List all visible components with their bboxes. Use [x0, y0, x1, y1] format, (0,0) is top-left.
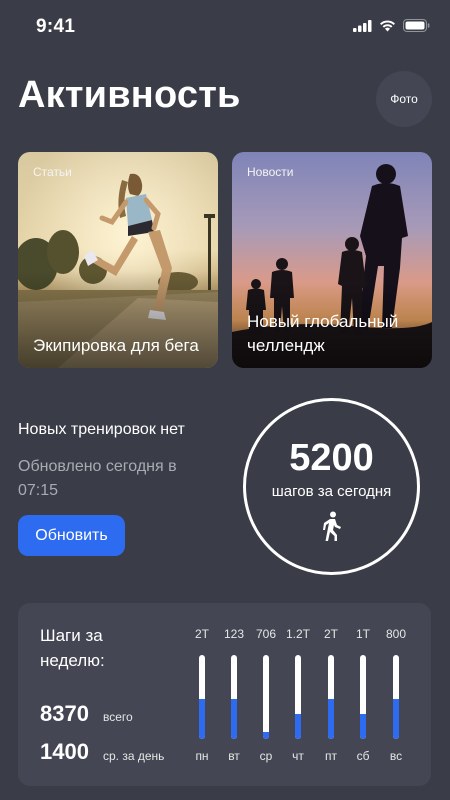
daily-average-label: ср. за день: [103, 749, 165, 763]
status-bar: 9:41: [0, 0, 450, 54]
status-icons: [353, 19, 430, 32]
status-time: 9:41: [36, 16, 76, 37]
steps-today-circle: 5200 шагов за сегодня: [243, 398, 420, 575]
article-card[interactable]: Статьи Экипировка для бега: [18, 152, 218, 368]
news-card[interactable]: Новости Новый глобальный челлендж: [232, 152, 432, 368]
weekly-steps-panel: Шаги за неделю: 8370 всего 1400 ср. за д…: [18, 603, 431, 786]
day-steps-fill: [393, 698, 399, 739]
weekly-total-value: 8370: [40, 701, 89, 726]
day-column: 706 ср: [250, 603, 282, 786]
day-steps-bar: [360, 655, 366, 739]
day-column: 123 вт: [218, 603, 250, 786]
card-category: Новости: [247, 165, 294, 179]
day-label: ср: [259, 749, 273, 763]
wifi-icon: [380, 19, 395, 31]
card-category: Статьи: [33, 165, 72, 179]
day-label: вт: [228, 749, 240, 763]
day-steps-bar: [231, 655, 237, 739]
day-column: 1Т сб: [347, 603, 379, 786]
steps-label: шагов за сегодня: [271, 483, 392, 500]
day-label: вс: [389, 749, 403, 763]
refresh-button[interactable]: Обновить: [18, 515, 125, 556]
day-column: 2Т пт: [315, 603, 347, 786]
day-column: 1.2Т чт: [282, 603, 314, 786]
day-label: чт: [292, 749, 304, 763]
day-label: пн: [195, 749, 209, 763]
day-steps-value: 123: [223, 627, 245, 641]
day-steps-bar: [393, 655, 399, 739]
card-title: Новый глобальный челлендж: [247, 312, 399, 355]
day-steps-fill: [231, 698, 237, 739]
day-steps-value: 800: [385, 627, 407, 641]
day-steps-fill: [199, 698, 205, 739]
page-title: Активность: [18, 74, 241, 116]
updated-timestamp: Обновлено сегодня в 07:15: [18, 458, 177, 499]
steps-count: 5200: [289, 437, 374, 479]
day-steps-bar: [328, 655, 334, 739]
workout-status: Новых тренировок нет: [18, 421, 185, 438]
day-label: сб: [356, 749, 370, 763]
day-steps-fill: [295, 713, 301, 739]
daily-average-value: 1400: [40, 739, 89, 764]
day-steps-bar: [263, 655, 269, 739]
day-steps-fill: [360, 713, 366, 739]
day-steps-value: 2Т: [194, 627, 209, 641]
day-column: 800 вс: [380, 603, 412, 786]
day-steps-value: 1Т: [355, 627, 370, 641]
day-steps-value: 1.2Т: [285, 627, 310, 641]
day-steps-fill: [263, 732, 269, 739]
day-steps-value: 706: [255, 627, 277, 641]
day-label: пт: [325, 749, 337, 763]
walking-person-icon: [323, 511, 341, 541]
day-steps-fill: [328, 698, 334, 739]
battery-icon: [403, 19, 430, 32]
cellular-signal-icon: [353, 19, 372, 32]
day-steps-bar: [295, 655, 301, 739]
day-column: 2Т пн: [186, 603, 218, 786]
weekly-total-label: всего: [103, 710, 133, 724]
day-steps-value: 2Т: [323, 627, 338, 641]
card-title: Экипировка для бега: [33, 336, 199, 355]
photo-button[interactable]: Фото: [376, 71, 432, 127]
weekly-title: Шаги за неделю:: [40, 626, 105, 670]
day-steps-bar: [199, 655, 205, 739]
